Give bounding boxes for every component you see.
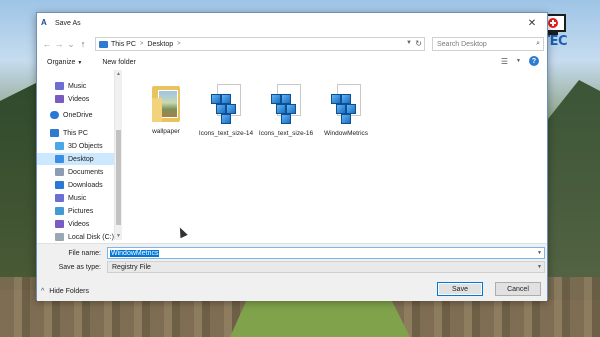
3d-objects-icon [55,142,64,150]
sidebar-item-desktop[interactable]: Desktop [37,153,114,165]
documents-icon [55,168,64,176]
pictures-icon [55,207,64,215]
recent-locations-dropdown[interactable]: ⌄ [65,37,77,51]
sidebar-item-videos-2[interactable]: Videos [37,218,114,230]
downloads-icon [55,181,64,189]
close-button[interactable]: ✕ [517,13,547,33]
local-disk-icon [55,233,64,241]
back-button[interactable]: ← [41,37,53,51]
file-name-input[interactable]: WindowMetrics ▼ [107,247,545,259]
music-icon [55,194,64,202]
cancel-button[interactable]: Cancel [495,282,541,296]
scroll-down-icon[interactable]: ▼ [115,233,122,239]
scroll-up-icon[interactable]: ▲ [115,71,122,77]
navigation-pane: Music Videos OneDrive This PC 3D Objects… [37,70,115,243]
sidebar-scrollbar[interactable]: ▲ ▼ [115,70,122,240]
breadcrumb-this-pc[interactable]: This PC [111,41,136,48]
help-icon[interactable]: ? [529,56,539,66]
sidebar-item-onedrive[interactable]: OneDrive [37,109,114,121]
this-pc-icon [99,40,108,48]
file-item-icons-text-size-14[interactable]: Icons_text_size-14 [197,84,255,138]
breadcrumb-desktop[interactable]: Desktop [147,41,173,48]
view-dropdown-icon[interactable]: ▼ [516,58,521,64]
sidebar-item-3d-objects[interactable]: 3D Objects [37,140,114,152]
search-placeholder: Search Desktop [437,40,487,48]
videos-icon [55,95,64,103]
organize-button[interactable]: Organize ▼ [47,59,82,66]
refresh-icon[interactable]: ↻ [415,39,422,48]
save-as-type-label: Save as type: [58,263,101,271]
save-as-dialog: A Save As ✕ ← → ⌄ ↑ This PC > Desktop > … [36,12,548,301]
navigation-bar: ← → ⌄ ↑ This PC > Desktop > ▼ ↻ Search D… [37,34,547,54]
sidebar-item-local-disk[interactable]: Local Disk (C:) [37,231,114,243]
up-button[interactable]: ↑ [77,37,89,51]
chevron-up-icon: ^ [41,288,45,295]
sidebar-item-music[interactable]: Music [37,80,114,92]
file-name: Icons_text_size-14 [198,130,254,137]
breadcrumb-separator[interactable]: > [140,41,144,47]
notepad-app-icon: A [41,18,47,27]
save-options-panel: File name: WindowMetrics ▼ Save as type:… [37,243,547,301]
file-name: WindowMetrics [323,130,369,137]
save-as-type-select[interactable]: Registry File ▼ [107,261,545,273]
forward-button[interactable]: → [53,37,65,51]
file-name-label: File name: [68,249,101,257]
file-list: wallpaper Icons_text_size-14 Icons_text_… [123,70,547,240]
search-input[interactable]: Search Desktop ⌕ [432,37,544,51]
music-icon [55,82,64,90]
address-bar[interactable]: This PC > Desktop > ▼ ↻ [95,37,425,51]
registry-file-icon [329,84,363,126]
file-item-icons-text-size-16[interactable]: Icons_text_size-16 [257,84,315,138]
view-options-icon[interactable]: ☰ [501,57,508,66]
file-item-wallpaper[interactable]: wallpaper [137,84,195,136]
file-name-value: WindowMetrics [110,249,160,257]
sidebar-item-music-2[interactable]: Music [37,192,114,204]
sidebar-item-this-pc[interactable]: This PC [37,127,114,139]
desktop-icon [55,155,64,163]
save-button[interactable]: Save [437,282,483,296]
chevron-down-icon[interactable]: ▼ [537,250,542,256]
search-icon: ⌕ [536,40,540,47]
sidebar-item-videos[interactable]: Videos [37,93,114,105]
dialog-title: Save As [55,19,81,27]
sidebar-item-downloads[interactable]: Downloads [37,179,114,191]
onedrive-icon [50,111,59,119]
chevron-down-icon: ▼ [537,264,542,270]
breadcrumb-separator[interactable]: > [177,41,181,47]
file-name: Icons_text_size-16 [258,130,314,137]
title-bar: A Save As ✕ [37,13,547,33]
chevron-down-icon: ▼ [77,59,83,66]
file-item-windowmetrics[interactable]: WindowMetrics [317,84,375,138]
sidebar-item-documents[interactable]: Documents [37,166,114,178]
this-pc-icon [50,129,59,137]
registry-file-icon [269,84,303,126]
registry-file-icon [209,84,243,126]
address-dropdown-icon[interactable]: ▼ [406,40,412,46]
scrollbar-thumb[interactable] [116,130,121,225]
grass-terrace [230,297,410,337]
file-name: wallpaper [152,128,180,135]
sidebar-item-pictures[interactable]: Pictures [37,205,114,217]
toolbar: Organize ▼ New folder ☰ ▼ ? [37,54,547,70]
hide-folders-button[interactable]: ^ Hide Folders [41,288,89,295]
folder-icon [150,84,182,124]
videos-icon [55,220,64,228]
save-as-type-value: Registry File [112,263,151,271]
new-folder-button[interactable]: New folder [102,59,135,66]
medical-cross-icon [548,18,558,28]
